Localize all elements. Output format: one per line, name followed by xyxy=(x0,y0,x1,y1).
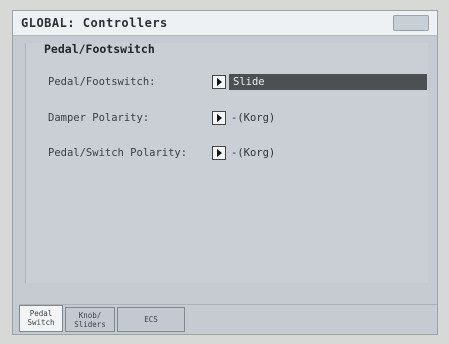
row-damper-polarity: Damper Polarity: -(Korg) xyxy=(26,109,428,129)
row-pedal-switch-polarity: Pedal/Switch Polarity: -(Korg) xyxy=(26,144,428,164)
pedal-footswitch-label: Pedal/Footswitch: xyxy=(48,76,156,88)
tab-label-line1: ECS xyxy=(144,315,158,324)
pedal-footswitch-popup-arrow-icon[interactable] xyxy=(212,75,226,89)
tab-label-line1: Pedal xyxy=(29,309,53,318)
tab-label-line2: Sliders xyxy=(74,320,106,329)
tab-ecs[interactable]: ECS xyxy=(117,307,185,332)
global-controllers-screen: GLOBAL: Controllers Pedal/Footswitch Ped… xyxy=(12,10,438,335)
tab-bar: Pedal Switch Knob/ Sliders ECS xyxy=(19,304,437,332)
page-title: GLOBAL: Controllers xyxy=(21,16,168,30)
tab-label-line2: Switch xyxy=(27,318,55,327)
page-menu-button[interactable] xyxy=(393,15,429,31)
damper-polarity-popup-arrow-icon[interactable] xyxy=(212,111,226,125)
pedal-switch-polarity-value[interactable]: -(Korg) xyxy=(231,145,321,161)
pedal-footswitch-panel: Pedal/Footswitch Pedal/Footswitch: Slide… xyxy=(25,42,428,283)
row-pedal-footswitch: Pedal/Footswitch: Slide xyxy=(26,73,428,93)
tab-pedal-switch[interactable]: Pedal Switch xyxy=(19,305,63,332)
section-title: Pedal/Footswitch xyxy=(44,42,155,56)
tab-knob-sliders[interactable]: Knob/ Sliders xyxy=(65,307,115,332)
title-bar: GLOBAL: Controllers xyxy=(13,11,437,36)
damper-polarity-label: Damper Polarity: xyxy=(48,112,150,124)
damper-polarity-value[interactable]: -(Korg) xyxy=(231,110,321,126)
tab-label-line1: Knob/ xyxy=(78,311,102,320)
pedal-switch-polarity-popup-arrow-icon[interactable] xyxy=(212,146,226,160)
pedal-footswitch-value[interactable]: Slide xyxy=(229,74,427,90)
pedal-switch-polarity-label: Pedal/Switch Polarity: xyxy=(48,147,188,159)
tab-divider xyxy=(19,304,437,305)
